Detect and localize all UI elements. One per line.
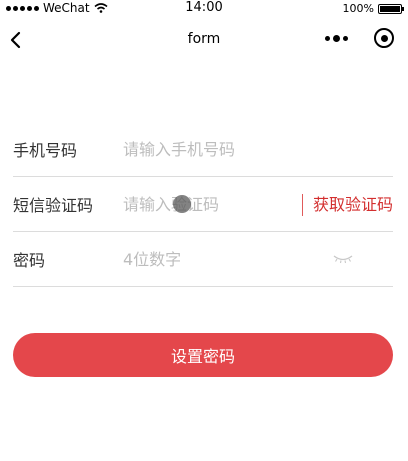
touch-indicator — [173, 195, 191, 213]
password-row: 密码 — [13, 232, 393, 287]
target-icon[interactable] — [374, 28, 394, 48]
battery-percent: 100% — [342, 2, 374, 15]
get-code-button[interactable]: 获取验证码 — [301, 194, 393, 216]
status-bar: WeChat 14:00 100% — [0, 0, 408, 18]
eye-closed-icon[interactable] — [333, 254, 353, 264]
nav-bar: form — [0, 18, 408, 62]
status-right: 100% — [342, 2, 404, 15]
sms-label: 短信验证码 — [13, 196, 94, 215]
more-dots-icon[interactable] — [325, 34, 348, 42]
capsule-menu — [325, 28, 394, 48]
sms-row: 短信验证码 获取验证码 — [13, 177, 393, 232]
password-form: 手机号码 短信验证码 获取验证码 密码 — [13, 122, 393, 287]
password-label: 密码 — [13, 251, 46, 270]
phone-row: 手机号码 — [13, 122, 393, 177]
set-password-button[interactable]: 设置密码 — [13, 333, 393, 377]
phone-label: 手机号码 — [13, 141, 78, 160]
battery-icon — [378, 3, 404, 14]
phone-input[interactable] — [123, 139, 393, 159]
